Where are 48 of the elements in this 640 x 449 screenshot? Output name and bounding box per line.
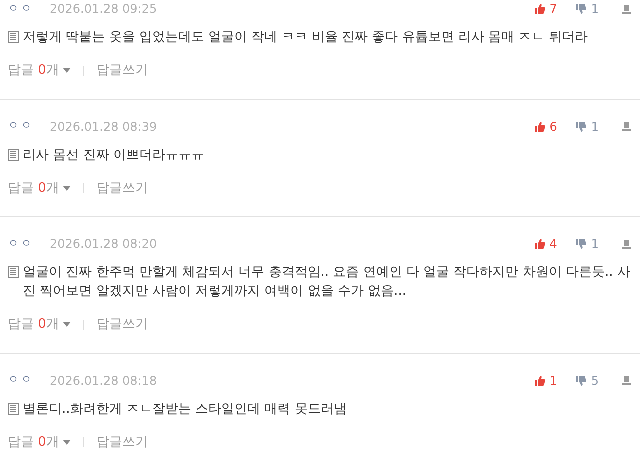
report-icon[interactable] <box>621 238 632 250</box>
comment-text: 얼굴이 진짜 한주먹 만할게 체감되서 너무 충격적임.. 요즘 연예인 다 얼굴 작다하지만 차원이 다른듯.. 사진 찍어보면 알겠지만 사람이 저렇게까지 여백이 없을 수가 없음... <box>23 264 632 301</box>
memo-icon <box>8 266 19 278</box>
author-name: ㅇㅇ <box>8 236 34 252</box>
caret-icon <box>63 68 72 74</box>
like-button[interactable]: 4 <box>534 235 558 253</box>
author-name: ㅇㅇ <box>8 372 34 388</box>
memo-icon <box>8 148 19 160</box>
author-name: ㅇㅇ <box>8 0 34 17</box>
thumbs-down-icon <box>575 120 588 132</box>
report-icon[interactable] <box>621 4 632 14</box>
thumbs-up-icon <box>534 3 546 15</box>
reply-toggle[interactable]: 답글 0개 <box>8 178 72 198</box>
write-reply-link[interactable]: 답글쓰기 <box>96 432 148 449</box>
reply-toggle[interactable]: 답글 0개 <box>8 61 72 80</box>
write-reply-link[interactable]: 답글쓰기 <box>96 178 148 198</box>
comment-text: 별론디..화려한게 ㅈㄴ잘받는 스타일인데 매력 못드러냄 <box>23 400 347 418</box>
reply-toggle[interactable]: 답글 0개 <box>8 315 72 334</box>
memo-icon <box>8 31 19 43</box>
caret-icon <box>63 186 72 191</box>
comment-date: 2026.01.28 08:39 <box>50 118 158 136</box>
author-name: ㅇㅇ <box>8 118 34 134</box>
dislike-button[interactable]: 1 <box>575 118 599 136</box>
comment-text: 리사 몸선 진짜 이쁘더라ㅠㅠㅠ <box>23 146 204 164</box>
like-button[interactable]: 6 <box>534 118 558 136</box>
comment-date: 2026.01.28 09:25 <box>50 1 158 18</box>
reply-toggle[interactable]: 답글 0개 <box>8 432 72 449</box>
thumbs-down-icon <box>575 238 588 250</box>
write-reply-link[interactable]: 답글쓰기 <box>96 315 148 334</box>
comment-date: 2026.01.28 08:18 <box>50 372 158 390</box>
report-icon[interactable] <box>621 121 632 132</box>
caret-icon <box>63 322 72 328</box>
like-button[interactable]: 7 <box>534 0 558 18</box>
write-reply-link[interactable]: 답글쓰기 <box>96 61 148 80</box>
thumbs-up-icon <box>534 120 546 132</box>
report-icon[interactable] <box>621 375 632 386</box>
thumbs-down-icon <box>575 3 588 15</box>
thumbs-up-icon <box>534 238 546 250</box>
memo-icon <box>8 402 19 414</box>
dislike-button[interactable]: 5 <box>575 372 599 390</box>
comment-date: 2026.01.28 08:20 <box>50 236 158 253</box>
thumbs-down-icon <box>575 374 588 386</box>
thumbs-up-icon <box>534 374 546 386</box>
comment-text: 저렇게 딱붙는 옷을 입었는데도 얼굴이 작네 ㅋㅋ 비율 진짜 좋다 유튭보면 리사 몸매 ㅈㄴ 튀더라 <box>23 29 588 47</box>
dislike-button[interactable]: 1 <box>575 0 599 18</box>
like-button[interactable]: 1 <box>534 372 558 390</box>
dislike-button[interactable]: 1 <box>575 235 599 253</box>
caret-icon <box>63 440 72 445</box>
